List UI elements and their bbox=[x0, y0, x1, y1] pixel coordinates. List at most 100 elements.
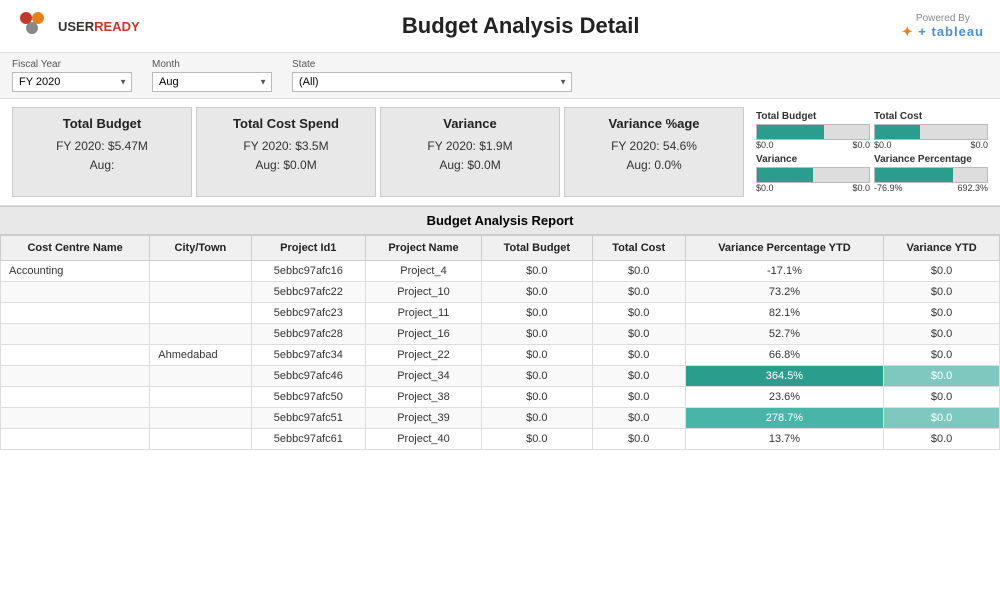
table-cell-7-6: 278.7% bbox=[685, 408, 884, 429]
table-cell-6-6: 23.6% bbox=[685, 387, 884, 408]
table-cell-2-0 bbox=[1, 303, 150, 324]
table-cell-0-1 bbox=[150, 261, 251, 282]
col-header-6: Variance Percentage YTD bbox=[685, 236, 884, 261]
table-cell-4-4: $0.0 bbox=[481, 345, 592, 366]
table-cell-7-7: $0.0 bbox=[884, 408, 1000, 429]
col-header-2: Project Id1 bbox=[251, 236, 365, 261]
budget-table: Cost Centre NameCity/TownProject Id1Proj… bbox=[0, 235, 1000, 450]
table-cell-8-7: $0.0 bbox=[884, 429, 1000, 450]
table-cell-8-0 bbox=[1, 429, 150, 450]
table-cell-6-5: $0.0 bbox=[592, 387, 685, 408]
table-cell-4-1: Ahmedabad bbox=[150, 345, 251, 366]
mini-chart-bar-container-0 bbox=[756, 124, 870, 140]
table-cell-6-0 bbox=[1, 387, 150, 408]
table-row: 5ebbc97afc46Project_34$0.0$0.0364.5%$0.0 bbox=[1, 366, 1000, 387]
table-cell-2-2: 5ebbc97afc23 bbox=[251, 303, 365, 324]
table-cell-7-3: Project_39 bbox=[366, 408, 482, 429]
table-section[interactable]: Budget Analysis Report Cost Centre NameC… bbox=[0, 206, 1000, 496]
table-body: Accounting5ebbc97afc16Project_4$0.0$0.0-… bbox=[1, 261, 1000, 450]
mini-charts: Total Budget $0.0 $0.0 Total Cost $0.0 $… bbox=[748, 107, 988, 197]
mini-chart-bar-2 bbox=[757, 168, 813, 182]
col-header-5: Total Cost bbox=[592, 236, 685, 261]
mini-chart-0: Total Budget $0.0 $0.0 bbox=[756, 111, 870, 150]
table-cell-1-0 bbox=[1, 282, 150, 303]
mini-chart-title-3: Variance Percentage bbox=[874, 154, 988, 165]
mini-chart-title-2: Variance bbox=[756, 154, 870, 165]
fiscal-year-label: Fiscal Year bbox=[12, 59, 132, 70]
table-cell-2-4: $0.0 bbox=[481, 303, 592, 324]
mini-chart-labels-1: $0.0 $0.0 bbox=[874, 140, 988, 150]
kpi-card-1: Total Cost Spend FY 2020: $3.5MAug: $0.0… bbox=[196, 107, 376, 197]
table-cell-5-2: 5ebbc97afc46 bbox=[251, 366, 365, 387]
logo: USERREADY bbox=[16, 8, 140, 44]
fiscal-year-select[interactable]: FY 2020 bbox=[12, 72, 132, 92]
mini-chart-labels-2: $0.0 $0.0 bbox=[756, 183, 870, 193]
table-cell-6-3: Project_38 bbox=[366, 387, 482, 408]
table-row: Ahmedabad5ebbc97afc34Project_22$0.0$0.06… bbox=[1, 345, 1000, 366]
mini-chart-1: Total Cost $0.0 $0.0 bbox=[874, 111, 988, 150]
table-cell-6-1 bbox=[150, 387, 251, 408]
kpi-card-value-1: FY 2020: $3.5MAug: $0.0M bbox=[207, 137, 365, 175]
table-row: 5ebbc97afc22Project_10$0.0$0.073.2%$0.0 bbox=[1, 282, 1000, 303]
table-cell-8-6: 13.7% bbox=[685, 429, 884, 450]
table-cell-3-5: $0.0 bbox=[592, 324, 685, 345]
col-header-0: Cost Centre Name bbox=[1, 236, 150, 261]
logo-text: USERREADY bbox=[58, 19, 140, 34]
month-wrapper[interactable]: Aug bbox=[152, 72, 272, 92]
kpi-card-title-3: Variance %age bbox=[575, 116, 733, 131]
state-select[interactable]: (All) bbox=[292, 72, 572, 92]
table-cell-3-4: $0.0 bbox=[481, 324, 592, 345]
kpi-card-2: Variance FY 2020: $1.9MAug: $0.0M bbox=[380, 107, 560, 197]
table-cell-0-5: $0.0 bbox=[592, 261, 685, 282]
table-title: Budget Analysis Report bbox=[0, 206, 1000, 235]
table-cell-1-3: Project_10 bbox=[366, 282, 482, 303]
table-header-row: Cost Centre NameCity/TownProject Id1Proj… bbox=[1, 236, 1000, 261]
table-cell-1-2: 5ebbc97afc22 bbox=[251, 282, 365, 303]
table-cell-1-6: 73.2% bbox=[685, 282, 884, 303]
table-cell-2-3: Project_11 bbox=[366, 303, 482, 324]
table-cell-3-6: 52.7% bbox=[685, 324, 884, 345]
table-cell-2-1 bbox=[150, 303, 251, 324]
col-header-3: Project Name bbox=[366, 236, 482, 261]
table-cell-7-4: $0.0 bbox=[481, 408, 592, 429]
mini-chart-title-1: Total Cost bbox=[874, 111, 988, 122]
table-cell-3-2: 5ebbc97afc28 bbox=[251, 324, 365, 345]
table-cell-3-1 bbox=[150, 324, 251, 345]
table-cell-8-2: 5ebbc97afc61 bbox=[251, 429, 365, 450]
col-header-1: City/Town bbox=[150, 236, 251, 261]
kpi-section: Total Budget FY 2020: $5.47MAug: Total C… bbox=[0, 99, 1000, 206]
month-select[interactable]: Aug bbox=[152, 72, 272, 92]
state-wrapper[interactable]: (All) bbox=[292, 72, 572, 92]
mini-chart-title-0: Total Budget bbox=[756, 111, 870, 122]
table-cell-7-5: $0.0 bbox=[592, 408, 685, 429]
table-cell-8-1 bbox=[150, 429, 251, 450]
page-title: Budget Analysis Detail bbox=[402, 13, 640, 39]
mini-chart-bar-container-1 bbox=[874, 124, 988, 140]
month-label: Month bbox=[152, 59, 272, 70]
table-cell-0-3: Project_4 bbox=[366, 261, 482, 282]
table-cell-5-3: Project_34 bbox=[366, 366, 482, 387]
table-row: Accounting5ebbc97afc16Project_4$0.0$0.0-… bbox=[1, 261, 1000, 282]
kpi-card-3: Variance %age FY 2020: 54.6%Aug: 0.0% bbox=[564, 107, 744, 197]
table-cell-4-0 bbox=[1, 345, 150, 366]
filter-fiscal-year: Fiscal Year FY 2020 bbox=[12, 59, 132, 92]
table-cell-4-7: $0.0 bbox=[884, 345, 1000, 366]
filters-bar: Fiscal Year FY 2020 Month Aug State (All… bbox=[0, 53, 1000, 99]
table-cell-7-1 bbox=[150, 408, 251, 429]
state-label: State bbox=[292, 59, 572, 70]
table-row: 5ebbc97afc61Project_40$0.0$0.013.7%$0.0 bbox=[1, 429, 1000, 450]
kpi-card-value-0: FY 2020: $5.47MAug: bbox=[23, 137, 181, 175]
table-cell-2-6: 82.1% bbox=[685, 303, 884, 324]
mini-chart-3: Variance Percentage -76.9% 692.3% bbox=[874, 154, 988, 193]
table-cell-5-0 bbox=[1, 366, 150, 387]
fiscal-year-wrapper[interactable]: FY 2020 bbox=[12, 72, 132, 92]
powered-by: Powered By ✦ + tableau bbox=[902, 13, 984, 40]
table-cell-6-7: $0.0 bbox=[884, 387, 1000, 408]
table-cell-1-4: $0.0 bbox=[481, 282, 592, 303]
table-row: 5ebbc97afc51Project_39$0.0$0.0278.7%$0.0 bbox=[1, 408, 1000, 429]
mini-chart-bar-1 bbox=[875, 125, 920, 139]
table-cell-5-4: $0.0 bbox=[481, 366, 592, 387]
filter-state: State (All) bbox=[292, 59, 572, 92]
table-cell-4-5: $0.0 bbox=[592, 345, 685, 366]
table-cell-3-7: $0.0 bbox=[884, 324, 1000, 345]
